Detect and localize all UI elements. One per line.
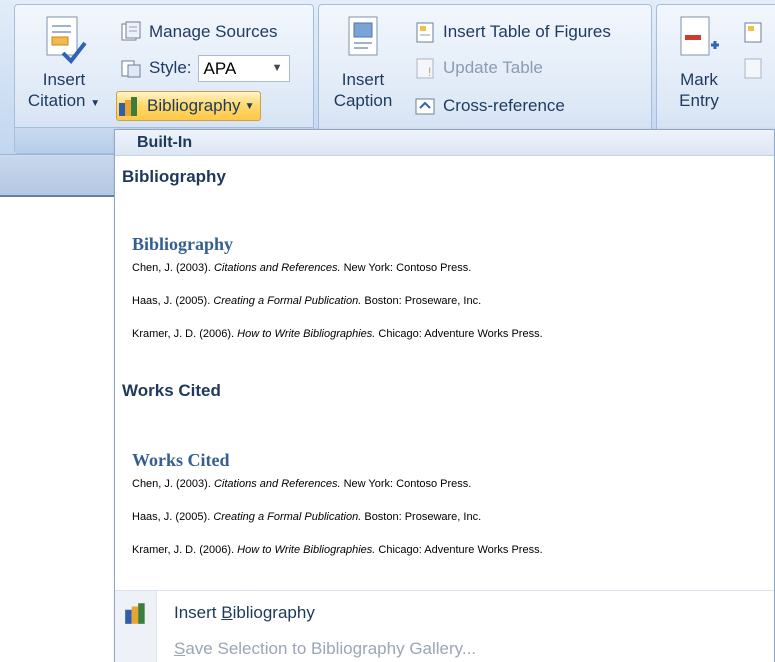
svg-text:!: ! bbox=[428, 65, 431, 79]
insert-citation-button[interactable]: Insert Citation ▼ bbox=[21, 11, 107, 129]
cross-reference-label: Cross-reference bbox=[443, 96, 565, 115]
bibliography-label: Bibliography bbox=[147, 96, 241, 115]
mark-entry-label-line2: Entry bbox=[679, 91, 719, 110]
built-in-header: Built-In bbox=[115, 130, 774, 156]
preview-heading: Bibliography bbox=[132, 234, 234, 254]
preview-heading: Works Cited bbox=[132, 450, 230, 470]
insert-bibliography-icon bbox=[125, 603, 145, 624]
style-icon bbox=[121, 60, 141, 78]
gallery-item-works-cited[interactable]: Works Cited Chen, J. (2003). Citations a… bbox=[115, 410, 774, 580]
mark-entry-label-line1: Mark bbox=[680, 70, 718, 89]
save-selection-menu-item[interactable]: Save Selection to Bibliography Gallery..… bbox=[174, 639, 476, 659]
update-index-icon bbox=[744, 58, 762, 79]
list-item: Haas, J. (2005). Creating a Formal Publi… bbox=[132, 295, 482, 307]
dropdown-footer: Insert Bibliography Save Selection to Bi… bbox=[115, 590, 774, 662]
insert-caption-label-line2: Caption bbox=[333, 91, 393, 110]
manage-sources-icon bbox=[121, 21, 141, 41]
insert-index-icon bbox=[744, 22, 762, 43]
list-item: Chen, J. (2003). Citations and Reference… bbox=[132, 262, 472, 274]
style-selector[interactable]: Style: APA ▼ bbox=[119, 53, 290, 83]
chevron-down-icon: ▼ bbox=[90, 98, 101, 109]
list-item: Haas, J. (2005). Creating a Formal Publi… bbox=[132, 511, 482, 523]
list-item: Chen, J. (2003). Citations and Reference… bbox=[132, 478, 472, 490]
update-table-button[interactable]: ! Update Table bbox=[413, 53, 543, 83]
list-item: Kramer, J. D. (2006). How to Write Bibli… bbox=[132, 328, 543, 340]
bibliography-dropdown: Built-In Bibliography Bibliography Chen,… bbox=[114, 129, 775, 662]
update-table-label: Update Table bbox=[443, 58, 543, 77]
gallery-title-bibliography: Bibliography bbox=[122, 167, 226, 186]
cross-reference-icon bbox=[415, 98, 435, 115]
insert-citation-icon bbox=[41, 15, 87, 65]
style-dropdown[interactable]: APA ▼ bbox=[197, 54, 290, 82]
insert-citation-label-line2: Citation ▼ bbox=[27, 91, 101, 110]
gallery-item-bibliography[interactable]: Bibliography Chen, J. (2003). Citations … bbox=[115, 194, 774, 364]
bibliography-icon bbox=[119, 97, 137, 116]
mark-entry-button[interactable]: Mark Entry bbox=[661, 11, 737, 129]
manage-sources-button[interactable]: Manage Sources bbox=[119, 17, 278, 47]
insert-bibliography-menu-item[interactable]: Insert Bibliography bbox=[174, 603, 315, 623]
insert-caption-label-line1: Insert bbox=[341, 70, 385, 89]
cross-reference-button[interactable]: Cross-reference bbox=[413, 91, 565, 121]
insert-index-button[interactable] bbox=[741, 17, 771, 47]
update-table-icon: ! bbox=[416, 58, 434, 79]
manage-sources-label: Manage Sources bbox=[149, 22, 278, 41]
style-label: Style: bbox=[149, 58, 192, 77]
style-value: APA bbox=[203, 58, 237, 78]
chevron-down-icon: ▼ bbox=[271, 61, 283, 74]
ribbon-bottom-strip bbox=[0, 155, 120, 197]
insert-citation-label-line1: Insert bbox=[42, 70, 86, 89]
bibliography-button[interactable]: Bibliography ▼ bbox=[116, 91, 262, 121]
insert-caption-button[interactable]: Insert Caption bbox=[325, 11, 401, 129]
insert-caption-icon bbox=[343, 15, 383, 65]
insert-table-of-figures-button[interactable]: Insert Table of Figures bbox=[413, 17, 611, 47]
mark-entry-icon bbox=[677, 15, 721, 65]
insert-table-of-figures-label: Insert Table of Figures bbox=[443, 22, 611, 41]
update-index-button[interactable] bbox=[741, 53, 771, 83]
list-item: Kramer, J. D. (2006). How to Write Bibli… bbox=[132, 544, 543, 556]
gallery-title-works-cited: Works Cited bbox=[122, 381, 221, 400]
table-of-figures-icon bbox=[416, 22, 434, 43]
chevron-down-icon: ▼ bbox=[244, 100, 255, 112]
